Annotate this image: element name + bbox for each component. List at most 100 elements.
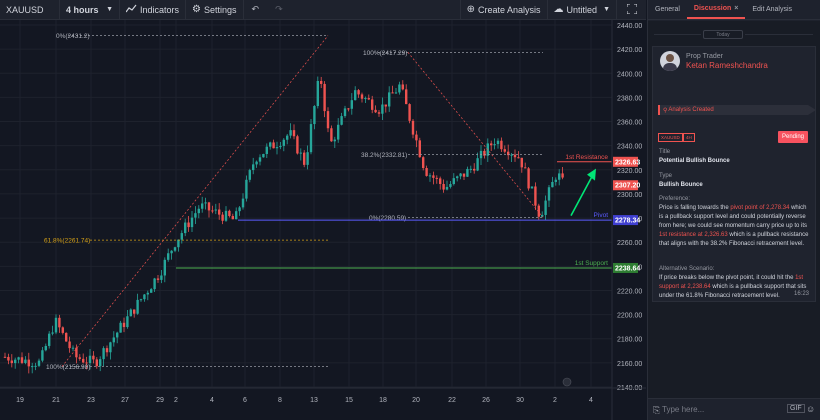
- candle: [347, 108, 350, 110]
- price-tick-label: 2200.00: [617, 313, 642, 320]
- status-badge: Pending: [778, 131, 809, 143]
- redo-button[interactable]: ↷: [267, 0, 291, 20]
- fib-trendline-right[interactable]: [407, 52, 544, 218]
- candle: [306, 152, 309, 165]
- candle: [184, 222, 187, 234]
- candle: [10, 360, 13, 364]
- candle: [337, 124, 340, 140]
- chart-canvas[interactable]: 0%(2431.2) 61.8%(2261.74) 100%(2156.98) 100…: [0, 20, 646, 420]
- alternative-text: If price breaks below the pivot point, i…: [659, 275, 807, 299]
- price-tick-label: 2300.00: [617, 192, 642, 199]
- candle: [17, 357, 20, 360]
- candle: [309, 124, 313, 153]
- candle: [350, 100, 353, 109]
- candle: [194, 213, 197, 218]
- lock-icon[interactable]: [562, 377, 572, 387]
- candle: [476, 158, 479, 171]
- gif-button[interactable]: GIF: [787, 404, 805, 413]
- interval-selector[interactable]: 4 hours ▼: [60, 0, 120, 20]
- candle: [112, 337, 115, 343]
- price-chart[interactable]: 0%(2431.2) 61.8%(2261.74) 100%(2156.98) 100…: [0, 20, 646, 420]
- candle: [41, 350, 44, 361]
- candle: [136, 299, 139, 314]
- candle: [384, 104, 387, 107]
- settings-button[interactable]: ⚙ Settings: [186, 0, 244, 20]
- candle: [109, 342, 112, 353]
- layout-name-button[interactable]: ☁ Untitled ▼: [546, 0, 616, 20]
- candle: [20, 357, 24, 363]
- fib-label-top-left: 0%(2431.2): [56, 33, 90, 40]
- candle: [381, 104, 384, 114]
- tab-edit-analysis[interactable]: Edit Analysis: [745, 0, 799, 19]
- candle: [54, 317, 58, 333]
- tab-general[interactable]: General: [648, 0, 687, 19]
- cloud-icon: ☁: [553, 4, 564, 15]
- candle: [218, 209, 221, 215]
- projection-arrow[interactable]: [570, 174, 594, 217]
- candle: [282, 139, 285, 146]
- plus-circle-icon: ⊕: [466, 4, 476, 15]
- candle: [269, 142, 272, 147]
- candle: [119, 322, 122, 333]
- price-tick-label: 2220.00: [617, 288, 642, 295]
- candle: [292, 130, 296, 137]
- candle: [167, 253, 170, 260]
- candle: [252, 164, 255, 171]
- candle: [303, 152, 306, 165]
- indicators-button[interactable]: Indicators: [120, 0, 187, 20]
- attach-icon[interactable]: ⎘: [653, 405, 660, 416]
- indicators-label: Indicators: [140, 4, 180, 15]
- fib-label-bottom-left: 100%(2156.98): [46, 364, 90, 371]
- support-price-badge-text: 2238.64: [615, 265, 640, 272]
- candle: [255, 161, 258, 165]
- candle: [357, 90, 360, 95]
- candle: [554, 179, 557, 182]
- fullscreen-icon: [626, 3, 637, 16]
- resistance-price-badge-text: 2326.63: [615, 159, 640, 166]
- message-composer: ⎘ Type here... GIF ☺: [648, 398, 820, 420]
- candle: [27, 359, 30, 367]
- pivot-price-badge-text: 2278.34: [615, 218, 640, 225]
- undo-button[interactable]: ↶: [244, 0, 268, 20]
- fib-trendline-left[interactable]: [61, 35, 329, 367]
- candle: [490, 143, 493, 146]
- candle: [37, 360, 41, 366]
- candle: [520, 157, 523, 168]
- time-tick-label: 20: [412, 397, 420, 404]
- candle: [71, 347, 75, 349]
- candle: [493, 144, 496, 146]
- price-tick-label: 2380.00: [617, 95, 642, 102]
- message-input[interactable]: Type here...: [662, 405, 704, 414]
- close-icon[interactable]: ×: [734, 5, 738, 12]
- emoji-icon[interactable]: ☺: [806, 404, 815, 414]
- panel-tabs: General Discussion × Edit Analysis: [648, 0, 820, 20]
- price-tick-label: 2360.00: [617, 120, 642, 127]
- candle: [279, 145, 282, 148]
- status-created-banner: ⚲ Analysis Created: [658, 105, 808, 115]
- fullscreen-button[interactable]: [616, 0, 646, 20]
- candle: [231, 216, 234, 220]
- author-name[interactable]: Ketan Rameshchandra: [686, 61, 768, 70]
- candle: [58, 317, 61, 328]
- candle: [102, 348, 105, 360]
- price-tick-label: 2180.00: [617, 337, 642, 344]
- candle: [496, 140, 500, 145]
- candle: [51, 332, 54, 334]
- create-analysis-button[interactable]: ⊕ Create Analysis: [459, 0, 547, 20]
- price-tick-label: 2260.00: [617, 240, 642, 247]
- tab-discussion[interactable]: Discussion ×: [686, 0, 746, 19]
- candle: [14, 359, 17, 364]
- time-tick-label: 30: [516, 397, 524, 404]
- symbol-selector[interactable]: XAUUSD: [0, 0, 60, 20]
- analysis-card: Prop Trader Ketan Rameshchandra ⚲ Analysi…: [652, 46, 816, 302]
- candle: [44, 345, 47, 351]
- candle: [541, 214, 544, 217]
- candle: [190, 217, 194, 228]
- candle: [551, 181, 554, 188]
- candle: [143, 294, 146, 300]
- candle: [180, 233, 183, 240]
- candle: [156, 278, 160, 280]
- candle: [558, 173, 561, 180]
- candle: [241, 198, 245, 208]
- candle: [211, 210, 214, 212]
